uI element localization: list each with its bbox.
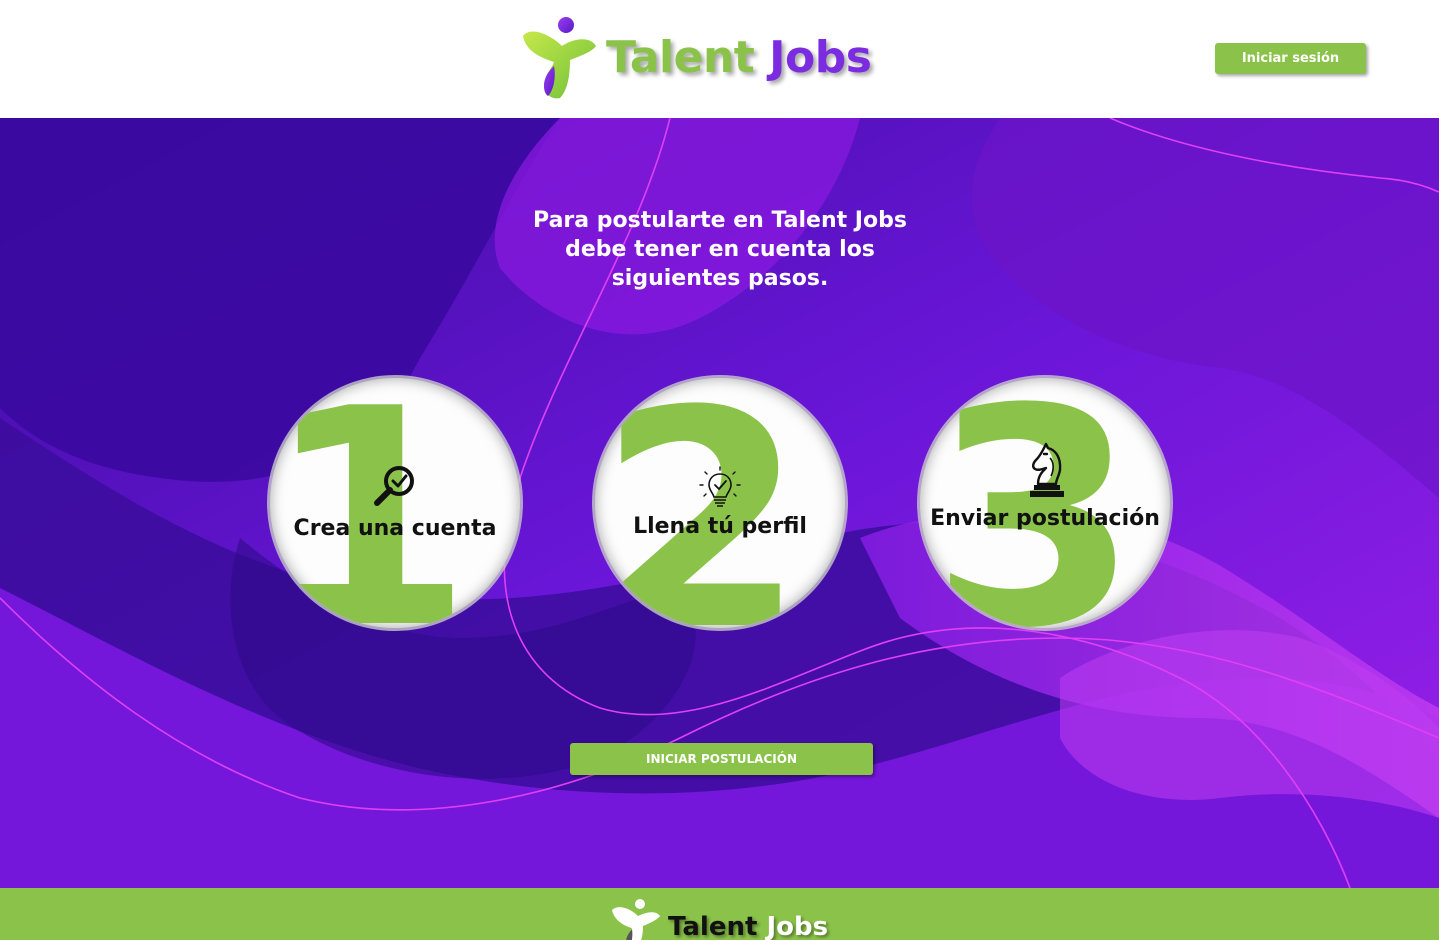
start-application-button[interactable]: INICIAR POSTULACIÓN	[570, 743, 873, 775]
hero-section: Para postularte en Talent Jobs debe tene…	[0, 118, 1439, 888]
footer-logo[interactable]: Talent Jobs	[610, 896, 840, 940]
lightbulb-check-icon	[699, 466, 741, 507]
chess-knight-icon	[1030, 442, 1064, 497]
step-card-1: 1 Crea una cuenta	[270, 378, 520, 628]
talent-jobs-logo-icon	[612, 899, 660, 940]
brand-logo[interactable]: Talent Jobs	[520, 14, 880, 104]
step-label-1: Crea una cuenta	[293, 516, 497, 541]
login-button[interactable]: Iniciar sesión	[1215, 43, 1366, 74]
step-number-1: 1	[270, 378, 473, 628]
step-card-2: 2 Llena tú perfil	[595, 378, 845, 628]
brand-logo-text: Talent Jobs	[606, 32, 872, 83]
step-number-3: 3	[930, 378, 1139, 628]
footer: Talent Jobs	[0, 888, 1439, 940]
steps-heading: Para postularte en Talent Jobs debe tene…	[533, 208, 907, 291]
step-label-2: Llena tú perfil	[633, 514, 807, 539]
step-label-3: Enviar postulación	[930, 506, 1160, 531]
header: Talent Jobs Iniciar sesión	[0, 0, 1439, 118]
footer-logo-text: Talent Jobs	[668, 912, 829, 940]
talent-jobs-logo-icon	[523, 17, 596, 99]
step-card-3: 3 Enviar postulación	[920, 378, 1170, 628]
magnifier-check-icon	[374, 466, 414, 506]
